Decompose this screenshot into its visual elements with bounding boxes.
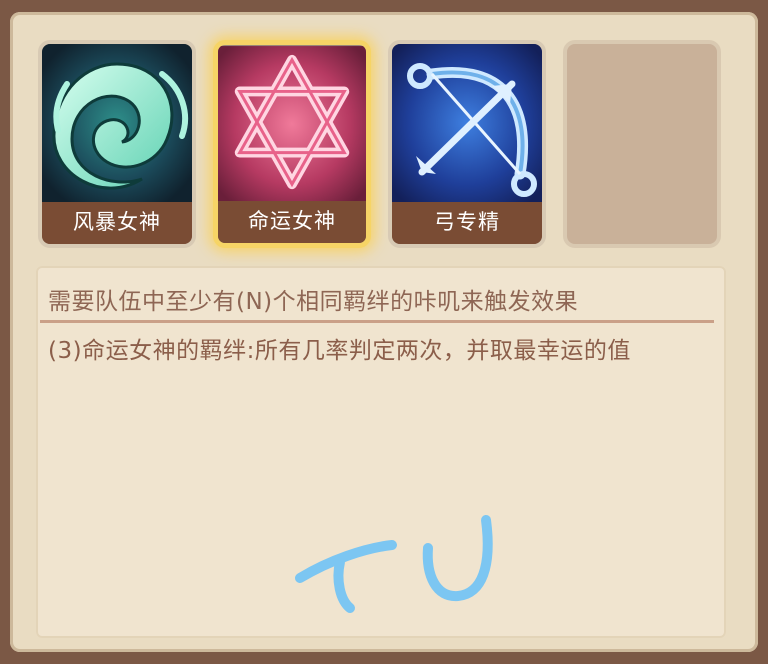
bond-panel-frame: 风暴女神 命运女神 弓专精 需要队伍中至少有(N)个相同羁绊的咔叽来触发效果 (… — [0, 0, 768, 664]
handwritten-scribble — [295, 515, 493, 613]
